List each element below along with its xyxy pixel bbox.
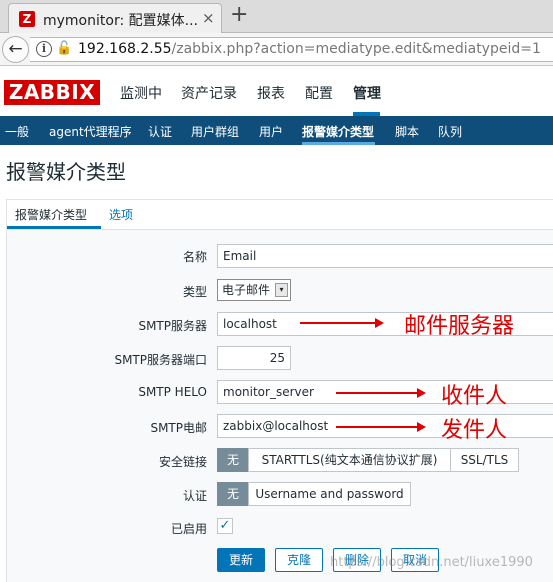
browser-tab-strip: Z mymonitor: 配置媒体... × +: [0, 0, 553, 33]
smtp-helo-label: SMTP HELO: [138, 385, 207, 399]
annotation-mail-server: 邮件服务器: [404, 314, 515, 339]
annotation-recipient: 收件人: [441, 384, 508, 409]
name-input[interactable]: Email: [217, 244, 553, 268]
url-path: /zabbix.php?action=mediatype.edit&mediat…: [171, 41, 541, 57]
subnav-active-indicator: [302, 142, 375, 145]
sub-navigation: 一般 agent代理程序 认证 用户群组 用户 报警媒介类型 脚本 队列: [0, 116, 553, 145]
form-tab-active-indicator: [7, 226, 101, 229]
subnav-media-types[interactable]: 报警媒介类型: [302, 123, 374, 140]
auth-option-none[interactable]: 无: [217, 482, 249, 506]
nav-reports[interactable]: 报表: [257, 83, 285, 103]
auth-option-username-password[interactable]: Username and password: [248, 482, 411, 506]
browser-tab[interactable]: Z mymonitor: 配置媒体... ×: [8, 3, 222, 33]
address-bar-row: ← i 🔓 192.168.2.55/zabbix.php?action=med…: [0, 33, 553, 66]
type-select-value: 电子邮件: [222, 283, 271, 297]
annotation-arrow-mail-server: [300, 318, 384, 328]
main-navigation: ZABBIX 监测中 资产记录 报表 配置 管理: [0, 67, 553, 116]
security-option-none[interactable]: 无: [217, 448, 249, 472]
nav-inventory[interactable]: 资产记录: [181, 83, 237, 103]
form-tabs: 报警媒介类型 选项: [7, 200, 553, 230]
enabled-label: 已启用: [170, 522, 207, 536]
zabbix-logo[interactable]: ZABBIX: [4, 80, 100, 105]
watermark-text: https://blog.csdn.net/liuxe1990: [330, 555, 533, 570]
checkmark-icon: ✓: [219, 518, 231, 533]
info-icon[interactable]: i: [36, 41, 52, 57]
new-tab-icon[interactable]: +: [230, 2, 248, 27]
annotation-sender: 发件人: [441, 418, 508, 443]
subnav-user-groups[interactable]: 用户群组: [191, 123, 239, 140]
tab-media-type[interactable]: 报警媒介类型: [15, 206, 87, 223]
zabbix-favicon-icon: Z: [19, 11, 35, 27]
subnav-queue[interactable]: 队列: [438, 123, 462, 140]
smtp-email-label: SMTP电邮: [150, 421, 207, 435]
subnav-users[interactable]: 用户: [259, 123, 283, 140]
nav-monitoring[interactable]: 监测中: [120, 83, 162, 103]
browser-tab-title: mymonitor: 配置媒体...: [43, 13, 198, 29]
security-label: 安全链接: [158, 455, 207, 469]
enabled-checkbox[interactable]: ✓: [217, 518, 233, 534]
dropdown-arrow-icon[interactable]: ▾: [275, 283, 288, 297]
close-tab-icon[interactable]: ×: [202, 9, 215, 27]
name-label: 名称: [182, 250, 207, 264]
smtp-server-label: SMTP服务器: [138, 319, 207, 333]
type-label: 类型: [182, 285, 207, 299]
annotation-arrow-recipient: [336, 388, 426, 398]
smtp-port-label: SMTP服务器端口: [114, 353, 207, 367]
auth-label: 认证: [182, 489, 207, 503]
subnav-scripts[interactable]: 脚本: [395, 123, 419, 140]
subnav-proxies[interactable]: agent代理程序: [49, 123, 132, 140]
url-text: 192.168.2.55/zabbix.php?action=mediatype…: [78, 41, 541, 57]
tab-options[interactable]: 选项: [109, 206, 133, 223]
insecure-lock-icon[interactable]: 🔓: [56, 41, 72, 56]
type-select[interactable]: 电子邮件 ▾: [217, 279, 291, 301]
subnav-authentication[interactable]: 认证: [148, 123, 172, 140]
url-host: 192.168.2.55: [78, 41, 172, 57]
nav-configuration[interactable]: 配置: [305, 83, 333, 103]
smtp-port-input[interactable]: 25: [217, 346, 291, 370]
clone-button[interactable]: 克隆: [275, 548, 323, 572]
back-arrow-icon[interactable]: ←: [2, 36, 29, 63]
url-field[interactable]: i 🔓 192.168.2.55/zabbix.php?action=media…: [30, 37, 553, 62]
security-option-starttls[interactable]: STARTTLS(纯文本通信协议扩展): [248, 448, 451, 472]
security-option-ssl-tls[interactable]: SSL/TLS: [450, 448, 519, 472]
update-button[interactable]: 更新: [217, 548, 265, 572]
page-title: 报警媒介类型: [6, 160, 126, 184]
subnav-general[interactable]: 一般: [5, 123, 29, 140]
annotation-arrow-sender: [336, 422, 426, 432]
nav-administration[interactable]: 管理: [353, 83, 381, 103]
